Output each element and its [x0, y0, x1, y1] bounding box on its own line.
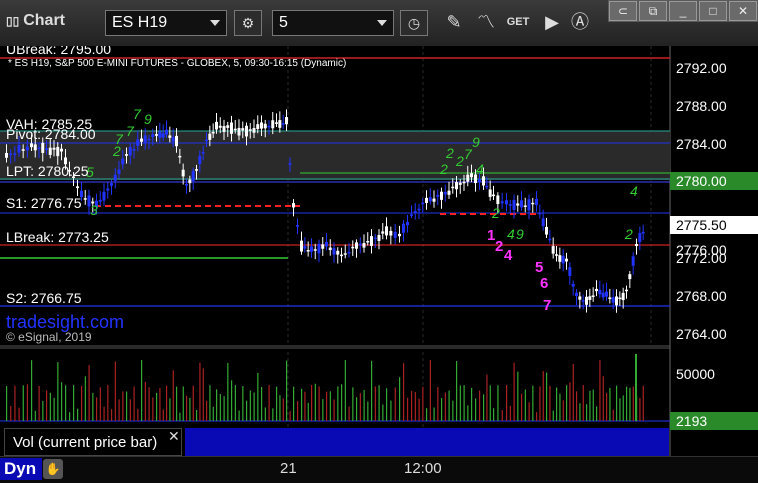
s1-label: S1: 2776.75: [6, 195, 82, 211]
time-label: 21: [280, 460, 297, 477]
svg-text:2780.00: 2780.00: [676, 173, 727, 189]
svg-text:7: 7: [115, 131, 124, 147]
interval-combo[interactable]: 5: [272, 10, 394, 36]
count-4: 4: [504, 247, 513, 264]
hand-icon[interactable]: ✋: [43, 459, 63, 479]
window-controls: ⊂ ⧉ _ □ ✕: [608, 0, 758, 22]
svg-text:7: 7: [126, 123, 135, 139]
pause-icon: ▯▯: [6, 14, 20, 28]
minimize-icon[interactable]: _: [669, 1, 697, 21]
close-icon[interactable]: ✕: [729, 1, 757, 21]
price-tick: 2788.00: [676, 98, 727, 114]
current-price-box: 2780.00: [670, 172, 758, 190]
lbreak-label: LBreak: 2773.25: [6, 229, 109, 245]
svg-text:2: 2: [445, 145, 454, 161]
copyright-text: © eSignal, 2019: [6, 330, 92, 344]
time-axis: [0, 456, 758, 483]
price-chart[interactable]: 7 97 275 392 722 424 942 1 2 4 5 6 7 UBre…: [0, 46, 758, 456]
chart-description: * ES H19, S&P 500 E-MINI FUTURES - GLOBE…: [8, 58, 346, 69]
svg-text:2: 2: [455, 153, 464, 169]
dynamic-button[interactable]: Dyn: [0, 458, 42, 480]
close-icon[interactable]: ✕: [168, 428, 180, 445]
svg-text:2: 2: [439, 161, 448, 177]
interval-value: 5: [279, 14, 288, 31]
chevron-down-icon: [377, 20, 387, 26]
svg-text:9: 9: [516, 226, 524, 242]
pencil-icon[interactable]: ✎: [440, 10, 468, 36]
link-icon[interactable]: ⊂: [609, 1, 637, 21]
price-tick: 2792.00: [676, 60, 727, 76]
study-icon[interactable]: 〽: [472, 10, 500, 36]
price-tick: 2776.00: [676, 242, 727, 258]
svg-text:2: 2: [624, 226, 633, 242]
alert-icon[interactable]: Ⓐ: [566, 10, 594, 36]
app-label: ▯▯ Chart: [6, 12, 65, 29]
count-2: 2: [495, 238, 503, 255]
volume-bars: [6, 354, 644, 421]
chart-toolbar: ▯▯ Chart ES H19 ⚙ 5 ◷ ✎ 〽 GET ▶ Ⓐ ⊂ ⧉ _ □ ✕: [0, 0, 758, 47]
pivot-label: Pivot: 2784.00: [6, 126, 96, 142]
last-price-box: 2775.50: [670, 216, 758, 234]
ubreak-label: UBreak: 2795.00: [6, 46, 111, 57]
price-tick: 2764.00: [676, 326, 727, 342]
count-7: 7: [543, 297, 551, 314]
clock-icon[interactable]: ◷: [400, 10, 428, 36]
symbol-value: ES H19: [112, 14, 168, 31]
svg-text:4: 4: [507, 226, 515, 242]
price-tick: 2768.00: [676, 288, 727, 304]
price-tick: 2784.00: [676, 136, 727, 152]
svg-text:4: 4: [476, 161, 484, 177]
get-data-icon[interactable]: GET: [504, 10, 532, 36]
volume-value-box: 2193: [670, 412, 758, 430]
volume-title-bar: [185, 428, 669, 456]
s2-label: S2: 2766.75: [6, 290, 82, 306]
count-6: 6: [540, 275, 548, 292]
play-icon[interactable]: ▶: [538, 10, 566, 36]
svg-text:2193: 2193: [676, 413, 707, 429]
watermark-text: tradesight.com: [6, 312, 124, 332]
svg-text:4: 4: [630, 183, 638, 199]
maximize-icon[interactable]: □: [699, 1, 727, 21]
svg-text:9: 9: [472, 134, 480, 150]
svg-text:9: 9: [144, 111, 152, 127]
volume-study-label[interactable]: Vol (current price bar): [4, 428, 182, 456]
lpt-label: LPT: 2780.25: [6, 163, 89, 179]
chevron-down-icon: [210, 20, 220, 26]
svg-text:7: 7: [133, 106, 142, 122]
svg-text:7: 7: [464, 146, 473, 162]
svg-text:2: 2: [491, 205, 500, 221]
volume-axis-label: 50000: [676, 366, 715, 382]
time-label: 12:00: [404, 460, 442, 477]
svg-text:2775.50: 2775.50: [676, 217, 727, 233]
symbol-combo[interactable]: ES H19: [105, 10, 227, 36]
count-5: 5: [535, 259, 543, 276]
svg-text:3: 3: [90, 202, 98, 218]
restore-icon[interactable]: ⧉: [639, 1, 667, 21]
settings-gear-icon[interactable]: ⚙: [234, 10, 262, 36]
